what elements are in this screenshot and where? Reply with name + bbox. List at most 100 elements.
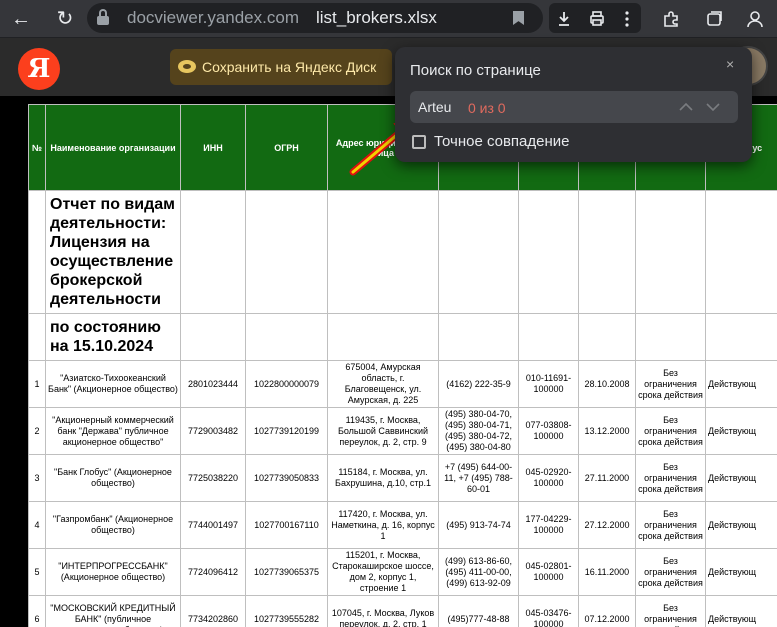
org-name: "Акционерный коммерческий банк "Держава"… [45,407,181,455]
status-cell: Действующ [705,595,777,627]
reload-button[interactable]: ↻ [52,6,78,32]
reload-icon: ↻ [56,8,74,30]
chevron-down-icon[interactable] [704,99,722,115]
date-row: по состоянию на 15.10.2024 [28,313,777,361]
column-header: № [28,104,46,191]
back-arrow-icon: ← [11,8,31,30]
column-header: Наименование организации [45,104,181,191]
download-icon[interactable] [551,6,577,32]
address-cell: 115184, г. Москва, ул. Бахрушина, д.10, … [327,454,439,502]
row-number: 2 [28,407,46,455]
column-header: ИНН [180,104,246,191]
org-name: "Азиатско-Тихоокеанский Банк" (Акционерн… [45,360,181,408]
address-cell: 115201, г. Москва, Старокаширское шоссе,… [327,548,439,596]
table-row: 6 "МОСКОВСКИЙ КРЕДИТНЫЙ БАНК" (публичное … [28,595,777,627]
spreadsheet: Отчет по видам деятельности: Лицензия на… [28,104,777,627]
yandex-disk-icon [178,60,196,73]
term-cell: Без ограничения срока действия [635,407,706,455]
more-icon[interactable] [614,6,640,32]
phone-cell: (499) 613-86-60, (495) 411-00-00, (499) … [438,548,519,596]
inn-cell: 2801023444 [180,360,246,408]
phone-cell: (495) 913-74-74 [438,501,519,549]
column-header: ОГРН [245,104,328,191]
title-row: Отчет по видам деятельности: Лицензия на… [28,190,777,314]
search-input[interactable]: Arteu [418,99,451,115]
phone-cell: (4162) 222-35-9 [438,360,519,408]
find-on-page-popup: Поиск по странице × Arteu 0 из 0 Точное … [395,47,752,162]
issued-date-cell: 27.11.2000 [578,454,636,502]
ogrn-cell: 1027739120199 [245,407,328,455]
term-cell: Без ограничения срока действия [635,454,706,502]
print-icon[interactable] [584,6,610,32]
license-cell: 045-02920-100000 [518,454,579,502]
org-name: "МОСКОВСКИЙ КРЕДИТНЫЙ БАНК" (публичное а… [45,595,181,627]
phone-cell: (495)777-48-88 [438,595,519,627]
back-button[interactable]: ← [8,6,34,32]
ogrn-cell: 1027739555282 [245,595,328,627]
license-cell: 045-03476-100000 [518,595,579,627]
issued-date-cell: 07.12.2000 [578,595,636,627]
site-info-icon[interactable] [97,9,109,25]
issued-date-cell: 28.10.2008 [578,360,636,408]
phone-cell: +7 (495) 644-00-11, +7 (495) 788-60-01 [438,454,519,502]
address-cell: 119435, г. Москва, Большой Саввинский пе… [327,407,439,455]
term-cell: Без ограничения срока действия [635,360,706,408]
profile-icon[interactable] [742,6,768,32]
org-name: "ИНТЕРПРОГРЕССБАНК" (Акционерное обществ… [45,548,181,596]
license-cell: 010-11691-100000 [518,360,579,408]
address-bar[interactable]: docviewer.yandex.com list_brokers.xlsx [87,3,543,33]
yandex-logo[interactable]: Я [18,48,60,90]
issued-date-cell: 27.12.2000 [578,501,636,549]
status-cell: Действующ [705,360,777,408]
term-cell: Без ограничения срока действия [635,501,706,549]
ogrn-cell: 1022800000079 [245,360,328,408]
browser-toolbar: ← ↻ docviewer.yandex.com list_brokers.xl… [0,0,777,38]
table-row: 2 "Акционерный коммерческий банк "Держава… [28,407,777,455]
license-cell: 177-04229-100000 [518,501,579,549]
save-to-disk-button[interactable]: Сохранить на Яндекс Диск [170,49,392,85]
inn-cell: 7724096412 [180,548,246,596]
table-row: 1 "Азиатско-Тихоокеанский Банк" (Акционер… [28,360,777,408]
ogrn-cell: 1027739050833 [245,454,328,502]
license-cell: 045-02801-100000 [518,548,579,596]
row-number: 6 [28,595,46,627]
address-cell: 675004, Амурская область, г. Благовещенс… [327,360,439,408]
url-file: list_brokers.xlsx [316,8,437,27]
inn-cell: 7725038220 [180,454,246,502]
row-number: 1 [28,360,46,408]
address-cell: 107045, г. Москва, Луков переулок, д. 2,… [327,595,439,627]
row-number: 4 [28,501,46,549]
url-domain: docviewer.yandex.com [127,8,299,27]
status-cell: Действующ [705,548,777,596]
phone-cell: (495) 380-04-70, (495) 380-04-71, (495) … [438,407,519,455]
term-cell: Без ограничения срока действия [635,548,706,596]
save-to-disk-label: Сохранить на Яндекс Диск [202,59,377,75]
issued-date-cell: 16.11.2000 [578,548,636,596]
license-cell: 077-03808-100000 [518,407,579,455]
ogrn-cell: 1027700167110 [245,501,328,549]
status-cell: Действующ [705,407,777,455]
ogrn-cell: 1027739065375 [245,548,328,596]
term-cell: Без ограничения срока действия [635,595,706,627]
status-cell: Действующ [705,501,777,549]
inn-cell: 7744001497 [180,501,246,549]
close-icon[interactable]: × [726,56,734,72]
extensions-icon[interactable] [658,6,684,32]
brokers-table: Отчет по видам деятельности: Лицензия на… [28,104,777,627]
table-row: 4 "Газпромбанк" (Акционерное общество) 774… [28,501,777,549]
status-cell: Действующ [705,454,777,502]
table-row: 5 "ИНТЕРПРОГРЕССБАНК" (Акционерное общест… [28,548,777,596]
issued-date-cell: 13.12.2000 [578,407,636,455]
bookmark-icon[interactable] [513,11,524,25]
exact-match-checkbox[interactable] [412,135,426,149]
exact-match-label[interactable]: Точное совпадение [434,133,570,150]
collections-icon[interactable] [701,6,727,32]
inn-cell: 7734202860 [180,595,246,627]
find-input-field[interactable]: Arteu 0 из 0 [410,91,738,123]
row-number: 5 [28,548,46,596]
find-title: Поиск по странице [410,62,541,79]
chevron-up-icon[interactable] [677,99,695,115]
org-name: "Банк Глобус" (Акционерное общество) [45,454,181,502]
table-row: 3 "Банк Глобус" (Акционерное общество) 772… [28,454,777,502]
org-name: "Газпромбанк" (Акционерное общество) [45,501,181,549]
